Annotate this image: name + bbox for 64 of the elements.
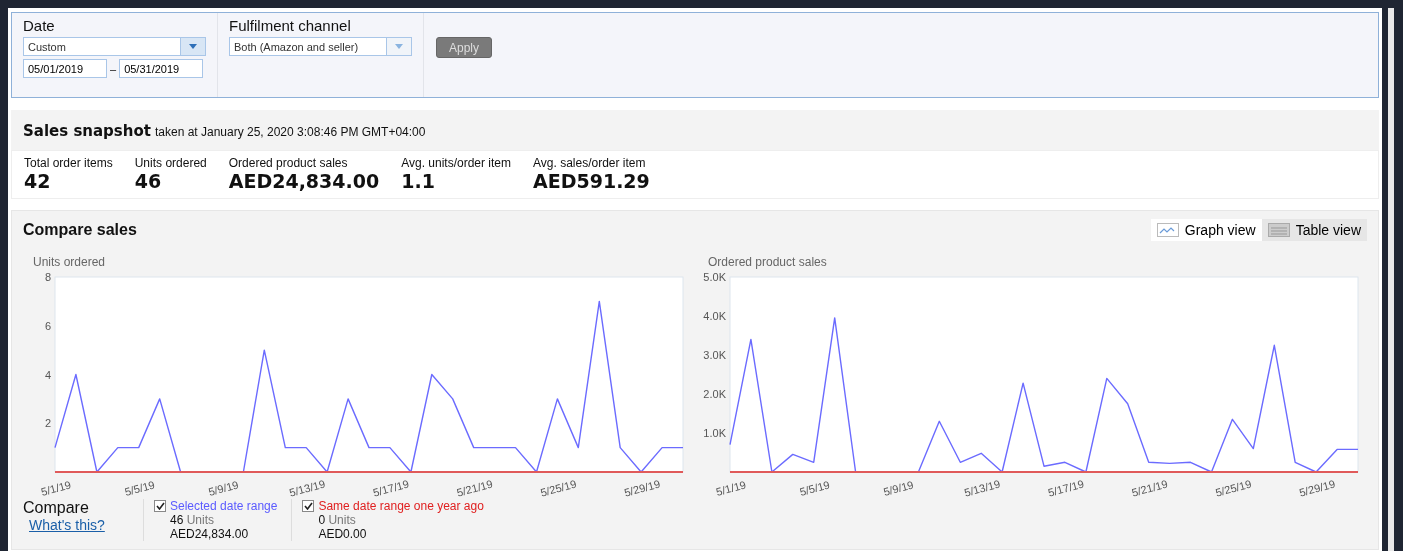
y-tick-label: 3.0K xyxy=(703,349,726,361)
metric-label: Total order items xyxy=(24,156,113,170)
x-tick-label: 5/5/19 xyxy=(798,478,832,498)
metric-value: 1.1 xyxy=(401,170,436,192)
help-link[interactable]: What's this? xyxy=(29,517,143,533)
sales-amount: AED24,834.00 xyxy=(170,527,249,541)
metric-label: Units ordered xyxy=(134,156,207,170)
y-tick-label: 5.0K xyxy=(703,271,726,283)
checkbox[interactable] xyxy=(154,500,166,512)
y-tick-label: 4.0K xyxy=(703,310,726,322)
units-label: Units xyxy=(328,513,356,527)
units-count: 0 xyxy=(318,513,326,527)
metric-label: Ordered product sales xyxy=(228,156,349,170)
filter-label: Date xyxy=(23,17,56,34)
view-toggle[interactable]: Graph view xyxy=(1150,219,1262,241)
metric-value: 46 xyxy=(134,170,163,192)
date-range-dropdown[interactable]: Custom xyxy=(23,37,206,56)
units-count: 46 xyxy=(170,513,184,527)
x-tick-label: 5/21/19 xyxy=(455,477,494,499)
metric-value: AED24,834.00 xyxy=(228,170,380,192)
x-tick-label: 5/17/19 xyxy=(371,477,411,499)
start-date-field[interactable]: 05/01/2019 xyxy=(23,59,107,78)
x-tick-label: 5/13/19 xyxy=(962,477,1002,499)
x-tick-label: 5/9/19 xyxy=(207,478,240,498)
end-date-field[interactable]: 05/31/2019 xyxy=(119,59,204,78)
x-tick-label: 5/29/19 xyxy=(1297,477,1337,499)
section-title: Compare sales xyxy=(23,221,137,239)
line-chart-icon xyxy=(1156,223,1179,237)
x-tick-label: 5/5/19 xyxy=(123,478,157,498)
metric-value: 42 xyxy=(24,170,52,192)
metric-label: Avg. units/order item xyxy=(401,156,511,170)
y-tick-label: 6 xyxy=(44,319,51,332)
x-tick-label: 5/17/19 xyxy=(1046,477,1086,499)
x-tick-label: 5/1/19 xyxy=(39,478,73,498)
checkbox[interactable] xyxy=(302,500,315,512)
metric-value: AED591.29 xyxy=(533,170,650,192)
x-tick-label: 5/1/19 xyxy=(714,478,748,498)
snapshot-timestamp: taken at January 25, 2020 3:08:46 PM GMT+04:00 xyxy=(154,125,426,139)
x-tick-label: 5/9/19 xyxy=(882,478,915,498)
y-tick-label: 2.0K xyxy=(703,388,726,400)
range-separator: – xyxy=(110,62,117,75)
sales-amount: AED0.00 xyxy=(318,527,367,541)
x-tick-label: 5/25/19 xyxy=(539,477,578,499)
x-tick-label: 5/21/19 xyxy=(1130,477,1169,499)
y-tick-label: 8 xyxy=(44,271,51,283)
caret-icon xyxy=(395,44,403,49)
x-tick-label: 5/29/19 xyxy=(622,477,662,499)
section-title: Sales snapshot xyxy=(23,122,151,140)
caret-icon xyxy=(189,44,197,49)
units-label: Units xyxy=(186,513,215,527)
y-tick-label: 4 xyxy=(44,368,51,381)
metric-label: Avg. sales/order item xyxy=(533,156,647,170)
legend-label: Same date range one year ago xyxy=(318,499,484,513)
x-tick-label: 5/25/19 xyxy=(1214,477,1253,499)
table-icon xyxy=(1267,223,1290,237)
x-tick-label: 5/13/19 xyxy=(287,477,327,499)
y-tick-label: 1.0K xyxy=(703,427,726,439)
fulfilment-dropdown[interactable]: Both (Amazon and seller) xyxy=(229,37,412,56)
filter-label: Fulfilment channel xyxy=(229,17,352,34)
chart-title: Units ordered xyxy=(33,255,107,269)
compare-label: Compare xyxy=(23,499,90,517)
chart-title: Ordered product sales xyxy=(708,255,828,269)
y-tick-label: 2 xyxy=(44,417,51,430)
legend-label: Selected date range xyxy=(170,499,278,513)
